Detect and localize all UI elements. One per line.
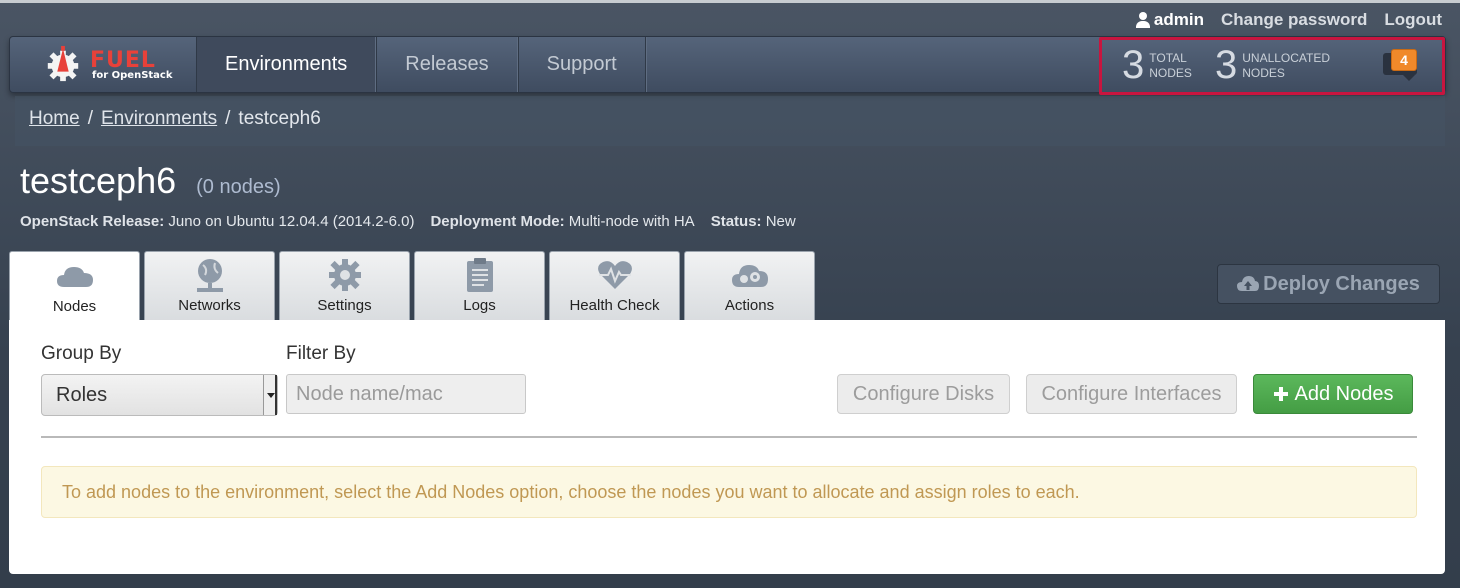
tab-settings[interactable]: Settings: [279, 251, 410, 321]
total-nodes-count: 3: [1122, 43, 1145, 87]
breadcrumb-current: testceph6: [238, 108, 321, 129]
deploy-changes-label: Deploy Changes: [1263, 272, 1420, 295]
unallocated-nodes-count: 3: [1215, 43, 1238, 87]
logout-link[interactable]: Logout: [1384, 10, 1442, 30]
tab-label: Nodes: [52, 298, 97, 315]
tab-actions[interactable]: Actions: [684, 251, 815, 321]
tab-label: Actions: [724, 297, 775, 314]
breadcrumb-home[interactable]: Home: [29, 108, 80, 130]
tab-logs[interactable]: Logs: [414, 251, 545, 321]
notification-count-badge: 4: [1391, 49, 1417, 71]
divider: [41, 436, 1417, 438]
mode-value: Multi-node with HA: [568, 213, 695, 230]
change-password-link[interactable]: Change password: [1221, 10, 1367, 30]
total-nodes-label-line2: NODES: [1149, 66, 1192, 80]
username: admin: [1153, 10, 1204, 29]
cluster-tabs: Nodes Networks Settings Logs Health Chec…: [9, 251, 815, 322]
add-nodes-button[interactable]: Add Nodes: [1253, 374, 1413, 414]
cloud-upload-icon: [1237, 276, 1260, 291]
total-nodes-label-line1: TOTAL: [1149, 51, 1187, 65]
plus-icon: [1273, 387, 1288, 401]
unallocated-nodes-stat[interactable]: 3 UNALLOCATED NODES: [1215, 45, 1330, 85]
cloud-gears-icon: [730, 257, 770, 293]
unallocated-label-line2: NODES: [1242, 66, 1285, 80]
info-alert: To add nodes to the environment, select …: [41, 466, 1417, 518]
tab-networks[interactable]: Networks: [144, 251, 275, 321]
cloud-icon: [55, 258, 95, 294]
cluster-title: testceph6 (0 nodes): [20, 160, 281, 202]
release-value: Juno on Ubuntu 12.04.4 (2014.2-6.0): [168, 213, 415, 230]
fuel-gear-icon: [47, 45, 79, 82]
breadcrumb-separator: /: [225, 108, 231, 129]
status-label: Status:: [710, 213, 762, 230]
breadcrumb: Home / Environments / testceph6: [29, 108, 321, 130]
breadcrumb-environments[interactable]: Environments: [101, 108, 217, 130]
deploy-changes-button[interactable]: Deploy Changes: [1217, 264, 1440, 304]
tab-nodes[interactable]: Nodes: [9, 251, 140, 322]
configure-interfaces-button[interactable]: Configure Interfaces: [1026, 374, 1237, 414]
user-menu[interactable]: admin: [1135, 10, 1204, 30]
heartbeat-icon: [595, 257, 635, 293]
total-nodes-label: TOTAL NODES: [1149, 51, 1192, 81]
nav-environments[interactable]: Environments: [196, 37, 377, 92]
breadcrumb-separator: /: [87, 108, 93, 129]
nav-support[interactable]: Support: [517, 37, 646, 92]
nodes-panel: Group By Filter By Roles Configure Disks…: [9, 320, 1445, 574]
mode-label: Deployment Mode:: [430, 213, 565, 230]
node-stats-highlight: 3 TOTAL NODES 3 UNALLOCATED NODES 4: [1099, 37, 1445, 95]
speech-bubble-tail: [1403, 75, 1415, 81]
mode-info: Deployment Mode: Multi-node with HA: [430, 213, 694, 230]
filter-by-label: Filter By: [286, 343, 356, 364]
user-icon: [1135, 12, 1150, 28]
logo-subtitle: for OpenStack: [92, 70, 173, 81]
tab-label: Health Check: [569, 297, 660, 314]
main-navbar: FUEL for OpenStack Environments Releases…: [9, 36, 1446, 95]
fuel-logo[interactable]: FUEL for OpenStack: [40, 39, 200, 91]
clipboard-icon: [460, 257, 500, 293]
tab-health-check[interactable]: Health Check: [549, 251, 680, 321]
configure-disks-button[interactable]: Configure Disks: [837, 374, 1010, 414]
unallocated-nodes-label: UNALLOCATED NODES: [1242, 51, 1330, 81]
globe-network-icon: [190, 257, 230, 293]
breadcrumb-bar: Home / Environments / testceph6: [15, 96, 1445, 146]
tab-label: Settings: [317, 297, 372, 314]
status-info: Status: New: [711, 213, 796, 230]
group-by-select[interactable]: Roles: [41, 374, 278, 416]
total-nodes-stat[interactable]: 3 TOTAL NODES: [1122, 45, 1192, 85]
unallocated-label-line1: UNALLOCATED: [1242, 51, 1331, 65]
group-by-label: Group By: [41, 343, 122, 364]
notifications-button[interactable]: 4: [1383, 49, 1421, 81]
chevron-down-icon: [263, 375, 277, 415]
cluster-name: testceph6: [20, 160, 177, 201]
release-label: OpenStack Release:: [20, 213, 165, 230]
nav-menu: Environments Releases Support: [196, 37, 646, 92]
group-by-value: Roles: [56, 384, 108, 406]
tab-label: Logs: [463, 297, 496, 314]
gear-icon: [325, 257, 365, 293]
add-nodes-label: Add Nodes: [1294, 382, 1394, 405]
filter-input[interactable]: [286, 374, 526, 414]
tab-label: Networks: [178, 297, 241, 314]
nav-releases[interactable]: Releases: [376, 37, 518, 92]
window-top-border: [0, 0, 1460, 3]
cluster-node-count: (0 nodes): [196, 176, 281, 198]
status-value: New: [765, 213, 796, 230]
user-bar: admin Change password Logout: [1135, 10, 1442, 30]
release-info: OpenStack Release: Juno on Ubuntu 12.04.…: [20, 213, 414, 230]
cluster-info: OpenStack Release: Juno on Ubuntu 12.04.…: [20, 213, 796, 230]
